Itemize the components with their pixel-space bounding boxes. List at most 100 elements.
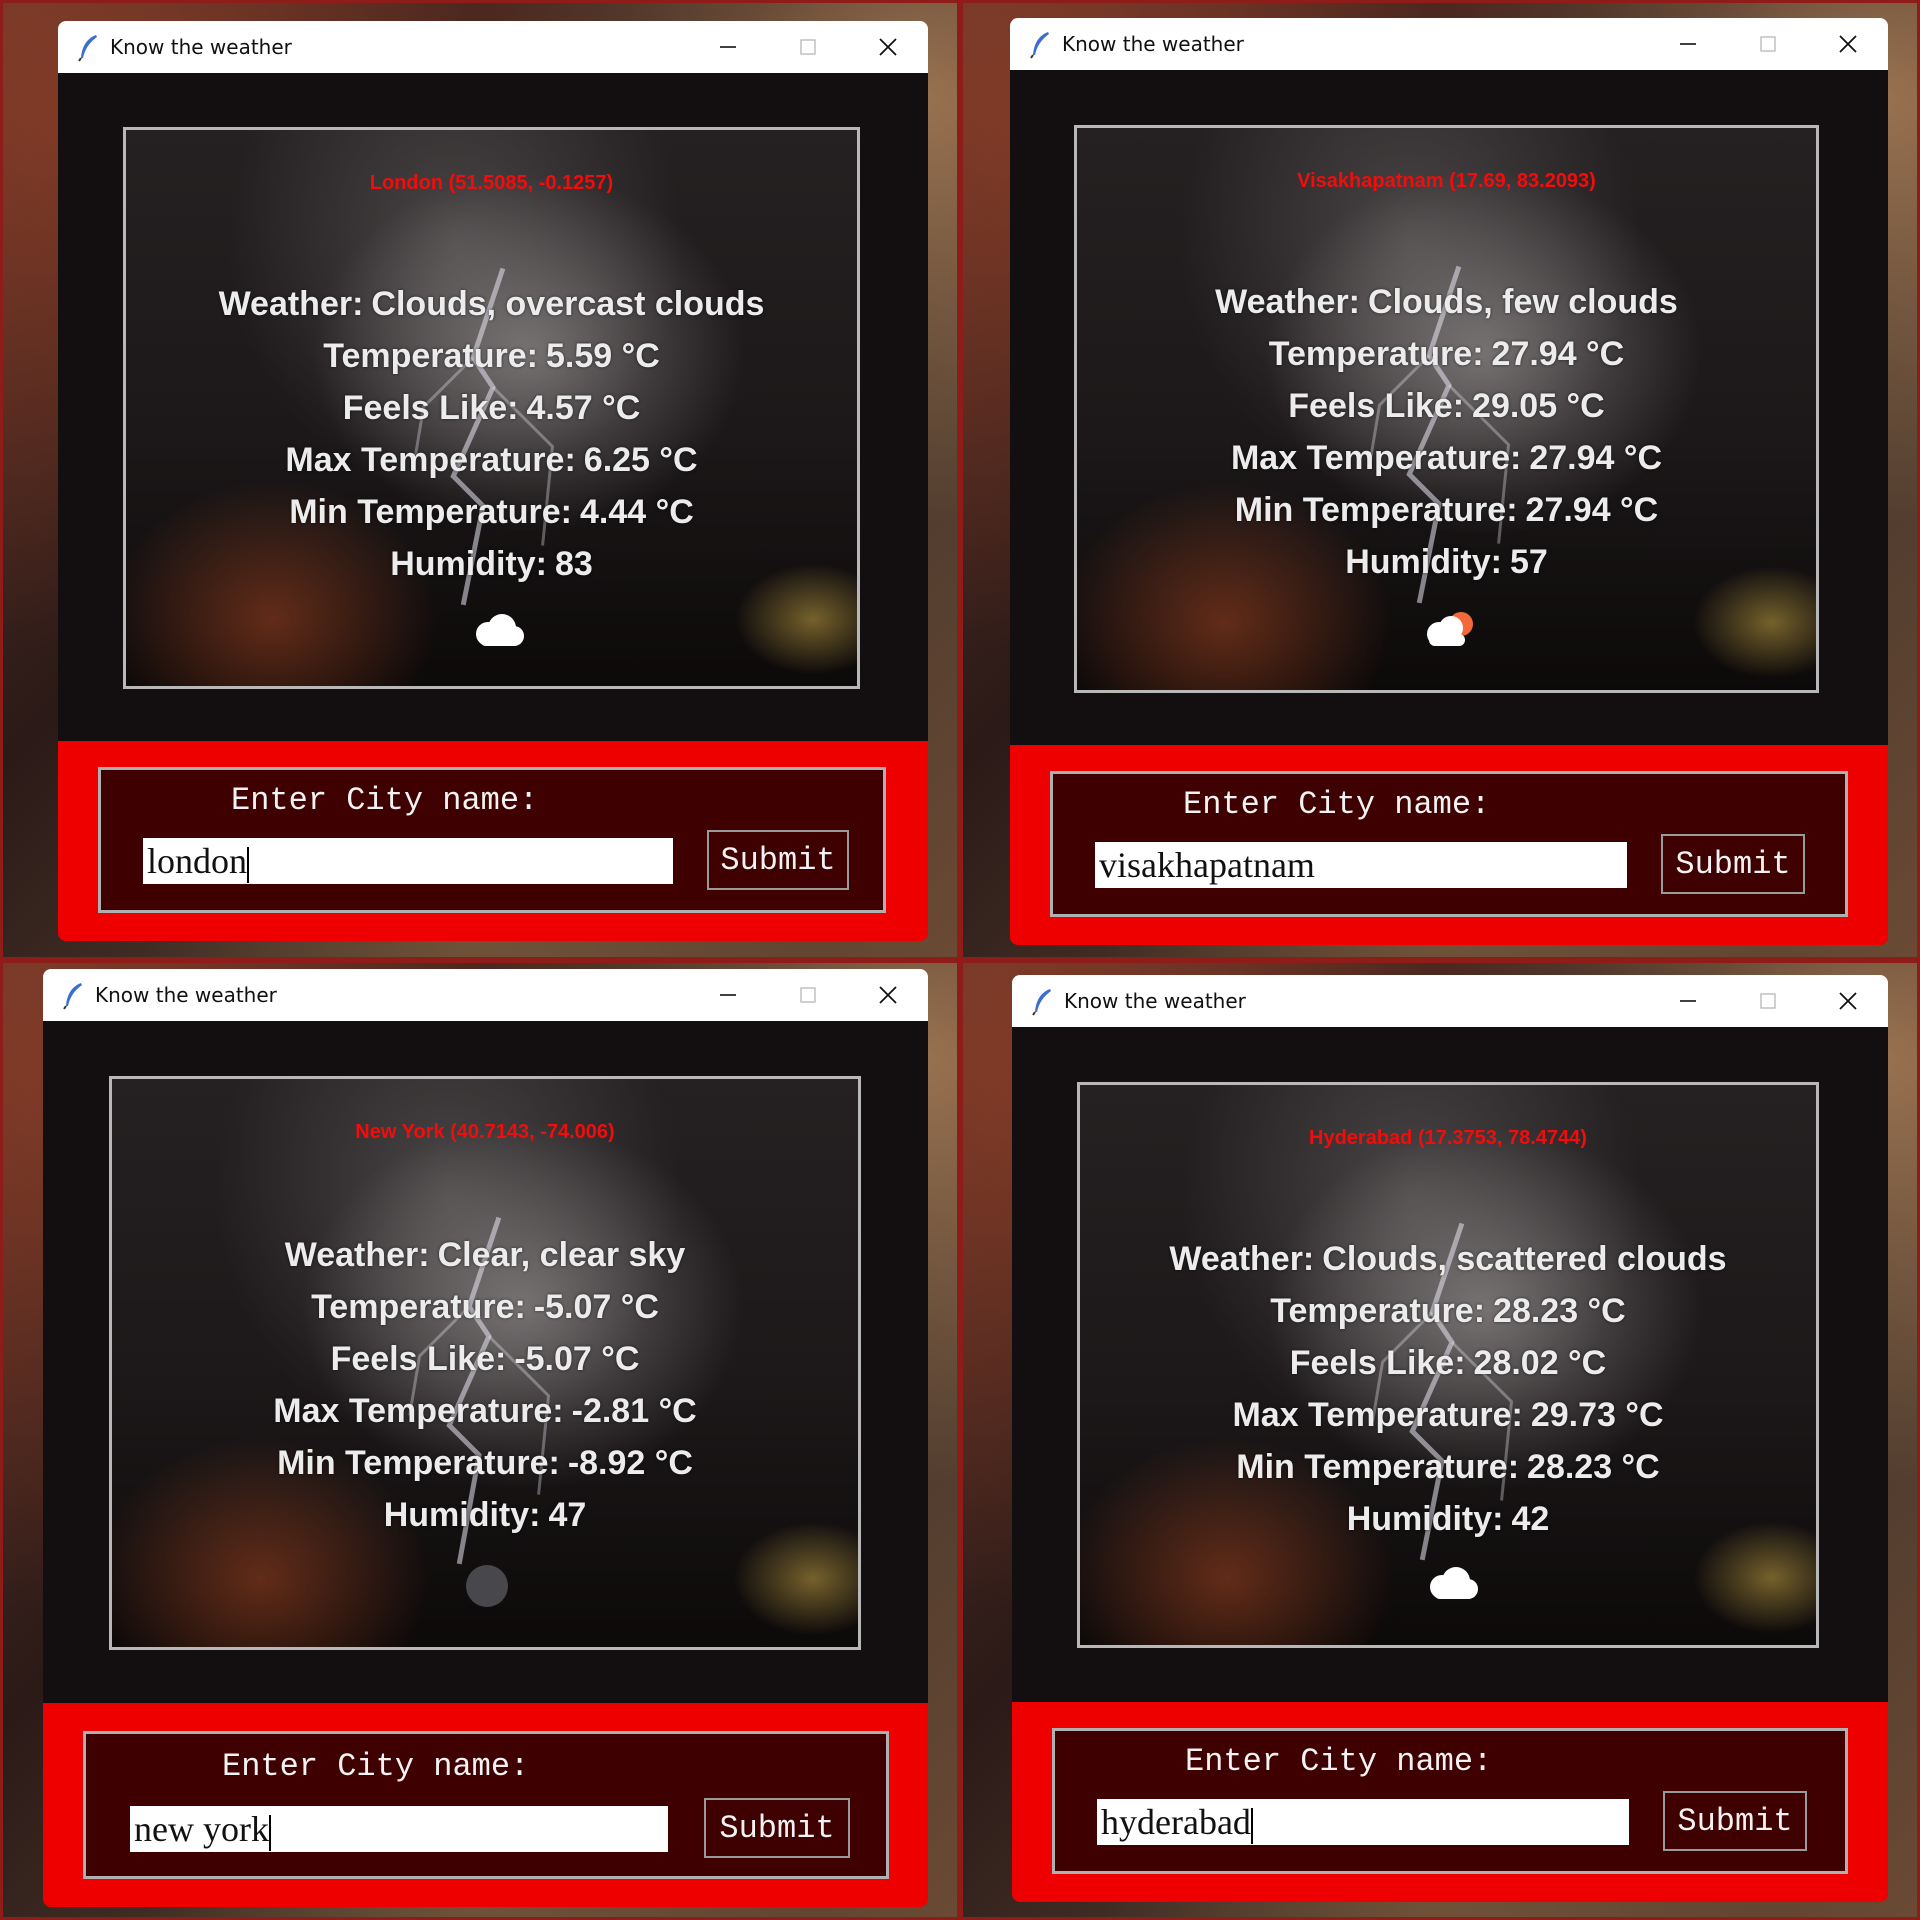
- feels-like-label: Feels Like:: [1289, 1344, 1466, 1382]
- maximize-button[interactable]: [1728, 975, 1808, 1027]
- weather-info: Weather: Clouds, overcast clouds Temperat…: [126, 278, 857, 590]
- cloud-icon: [466, 610, 530, 655]
- weather-row: Weather: Clouds, overcast clouds: [126, 278, 857, 330]
- sun-cloud-icon: [1417, 606, 1481, 655]
- max-temp-label: Max Temperature:: [1230, 439, 1522, 477]
- input-footer: Enter City name: london Submit: [58, 741, 928, 941]
- submit-button[interactable]: Submit: [707, 830, 849, 890]
- max-temp-row: Max Temperature: 27.94 °C: [1077, 432, 1816, 484]
- window-title: Know the weather: [1062, 32, 1244, 56]
- submit-button[interactable]: Submit: [704, 1798, 850, 1858]
- weather-value: Clear, clear sky: [437, 1236, 686, 1274]
- min-temp-label: Min Temperature:: [1236, 1448, 1520, 1486]
- city-input[interactable]: hyderabad: [1097, 1799, 1629, 1845]
- max-temp-row: Max Temperature: -2.81 °C: [112, 1385, 858, 1437]
- weather-value: Clouds, overcast clouds: [371, 285, 765, 323]
- humidity-value: 57: [1509, 543, 1548, 581]
- weather-info: Weather: Clouds, few clouds Temperature: 2…: [1077, 276, 1816, 588]
- city-heading: Hyderabad (17.3753, 78.4744): [1309, 1127, 1587, 1149]
- humidity-label: Humidity:: [383, 1496, 541, 1534]
- window-title: Know the weather: [1064, 989, 1246, 1013]
- min-temp-row: Min Temperature: 4.44 °C: [126, 486, 857, 538]
- close-button[interactable]: [848, 969, 928, 1021]
- max-temp-row: Max Temperature: 6.25 °C: [126, 434, 857, 486]
- temperature-label: Temperature:: [323, 337, 538, 375]
- city-field-label: Enter City name:: [231, 782, 539, 819]
- weather-row: Weather: Clear, clear sky: [112, 1229, 858, 1281]
- min-temp-row: Min Temperature: -8.92 °C: [112, 1437, 858, 1489]
- temperature-label: Temperature:: [1270, 1292, 1486, 1330]
- window-title: Know the weather: [95, 983, 277, 1007]
- city-input[interactable]: new york: [130, 1806, 668, 1852]
- humidity-row: Humidity: 57: [1077, 536, 1816, 588]
- weather-display-panel: London (51.5085, -0.1257) Weather: Clouds…: [123, 127, 860, 689]
- city-field-label: Enter City name:: [1183, 786, 1491, 823]
- max-temp-row: Max Temperature: 29.73 °C: [1080, 1389, 1816, 1441]
- temperature-label: Temperature:: [1268, 335, 1484, 373]
- feather-app-icon: [74, 32, 104, 62]
- feels-like-value: -5.07 °C: [514, 1340, 640, 1378]
- max-temp-label: Max Temperature:: [273, 1392, 564, 1430]
- title-bar[interactable]: Know the weather: [1012, 975, 1888, 1027]
- quadrant-bottom-right: Know the weather Hyderabad (17.3753, 78.…: [960, 960, 1920, 1920]
- weather-value: Clouds, scattered clouds: [1322, 1240, 1727, 1278]
- max-temp-value: 29.73 °C: [1530, 1396, 1664, 1434]
- city-input[interactable]: london: [143, 838, 673, 884]
- text-caret: [1250, 1807, 1253, 1844]
- maximize-button[interactable]: [768, 21, 848, 73]
- humidity-row: Humidity: 47: [112, 1489, 858, 1541]
- weather-row: Weather: Clouds, few clouds: [1077, 276, 1816, 328]
- close-button[interactable]: [1808, 18, 1888, 70]
- temperature-value: 5.59 °C: [545, 337, 660, 375]
- weather-display-panel: Visakhapatnam (17.69, 83.2093) Weather: C…: [1074, 125, 1819, 693]
- cloud-icon: [1420, 1563, 1484, 1608]
- weather-label: Weather:: [1169, 1240, 1315, 1278]
- title-bar[interactable]: Know the weather: [43, 969, 928, 1021]
- city-heading: New York (40.7143, -74.006): [355, 1121, 615, 1143]
- temperature-row: Temperature: -5.07 °C: [112, 1281, 858, 1333]
- min-temp-label: Min Temperature:: [277, 1444, 560, 1482]
- humidity-value: 47: [548, 1496, 587, 1534]
- minimize-button[interactable]: [688, 21, 768, 73]
- max-temp-label: Max Temperature:: [285, 441, 576, 479]
- feels-like-row: Feels Like: 28.02 °C: [1080, 1337, 1816, 1389]
- submit-button[interactable]: Submit: [1663, 1791, 1807, 1851]
- humidity-value: 42: [1511, 1500, 1550, 1538]
- temperature-value: 28.23 °C: [1493, 1292, 1626, 1330]
- weather-value: Clouds, few clouds: [1368, 283, 1678, 321]
- minimize-button[interactable]: [1648, 18, 1728, 70]
- temperature-row: Temperature: 27.94 °C: [1077, 328, 1816, 380]
- close-button[interactable]: [1808, 975, 1888, 1027]
- feels-like-value: 29.05 °C: [1472, 387, 1605, 425]
- weather-window: Know the weather London (51.5085, -0.125…: [58, 21, 928, 941]
- text-caret: [268, 1814, 271, 1851]
- title-bar[interactable]: Know the weather: [1010, 18, 1888, 70]
- max-temp-value: -2.81 °C: [571, 1392, 697, 1430]
- min-temp-label: Min Temperature:: [289, 493, 572, 531]
- weather-window: Know the weather Visakhapatnam (17.69, 8…: [1010, 18, 1888, 948]
- city-input-value: hyderabad: [1101, 1802, 1251, 1842]
- min-temp-label: Min Temperature:: [1234, 491, 1518, 529]
- humidity-row: Humidity: 42: [1080, 1493, 1816, 1545]
- minimize-button[interactable]: [1648, 975, 1728, 1027]
- feels-like-row: Feels Like: 4.57 °C: [126, 382, 857, 434]
- weather-label: Weather:: [284, 1236, 430, 1274]
- city-heading: London (51.5085, -0.1257): [369, 172, 614, 194]
- temperature-row: Temperature: 5.59 °C: [126, 330, 857, 382]
- maximize-button[interactable]: [768, 969, 848, 1021]
- min-temp-value: -8.92 °C: [567, 1444, 693, 1482]
- humidity-label: Humidity:: [1346, 1500, 1504, 1538]
- title-bar[interactable]: Know the weather: [58, 21, 928, 73]
- maximize-button[interactable]: [1728, 18, 1808, 70]
- quadrant-top-right: Know the weather Visakhapatnam (17.69, 8…: [960, 0, 1920, 960]
- city-form: Enter City name: new york Submit: [83, 1731, 889, 1879]
- city-form: Enter City name: visakhapatnam Submit: [1050, 771, 1848, 917]
- close-button[interactable]: [848, 21, 928, 73]
- submit-button[interactable]: Submit: [1661, 834, 1805, 894]
- minimize-button[interactable]: [688, 969, 768, 1021]
- city-field-label: Enter City name:: [1185, 1743, 1493, 1780]
- city-input-value: new york: [134, 1809, 269, 1849]
- city-input[interactable]: visakhapatnam: [1095, 842, 1627, 888]
- city-field-label: Enter City name:: [222, 1748, 530, 1785]
- feels-like-row: Feels Like: -5.07 °C: [112, 1333, 858, 1385]
